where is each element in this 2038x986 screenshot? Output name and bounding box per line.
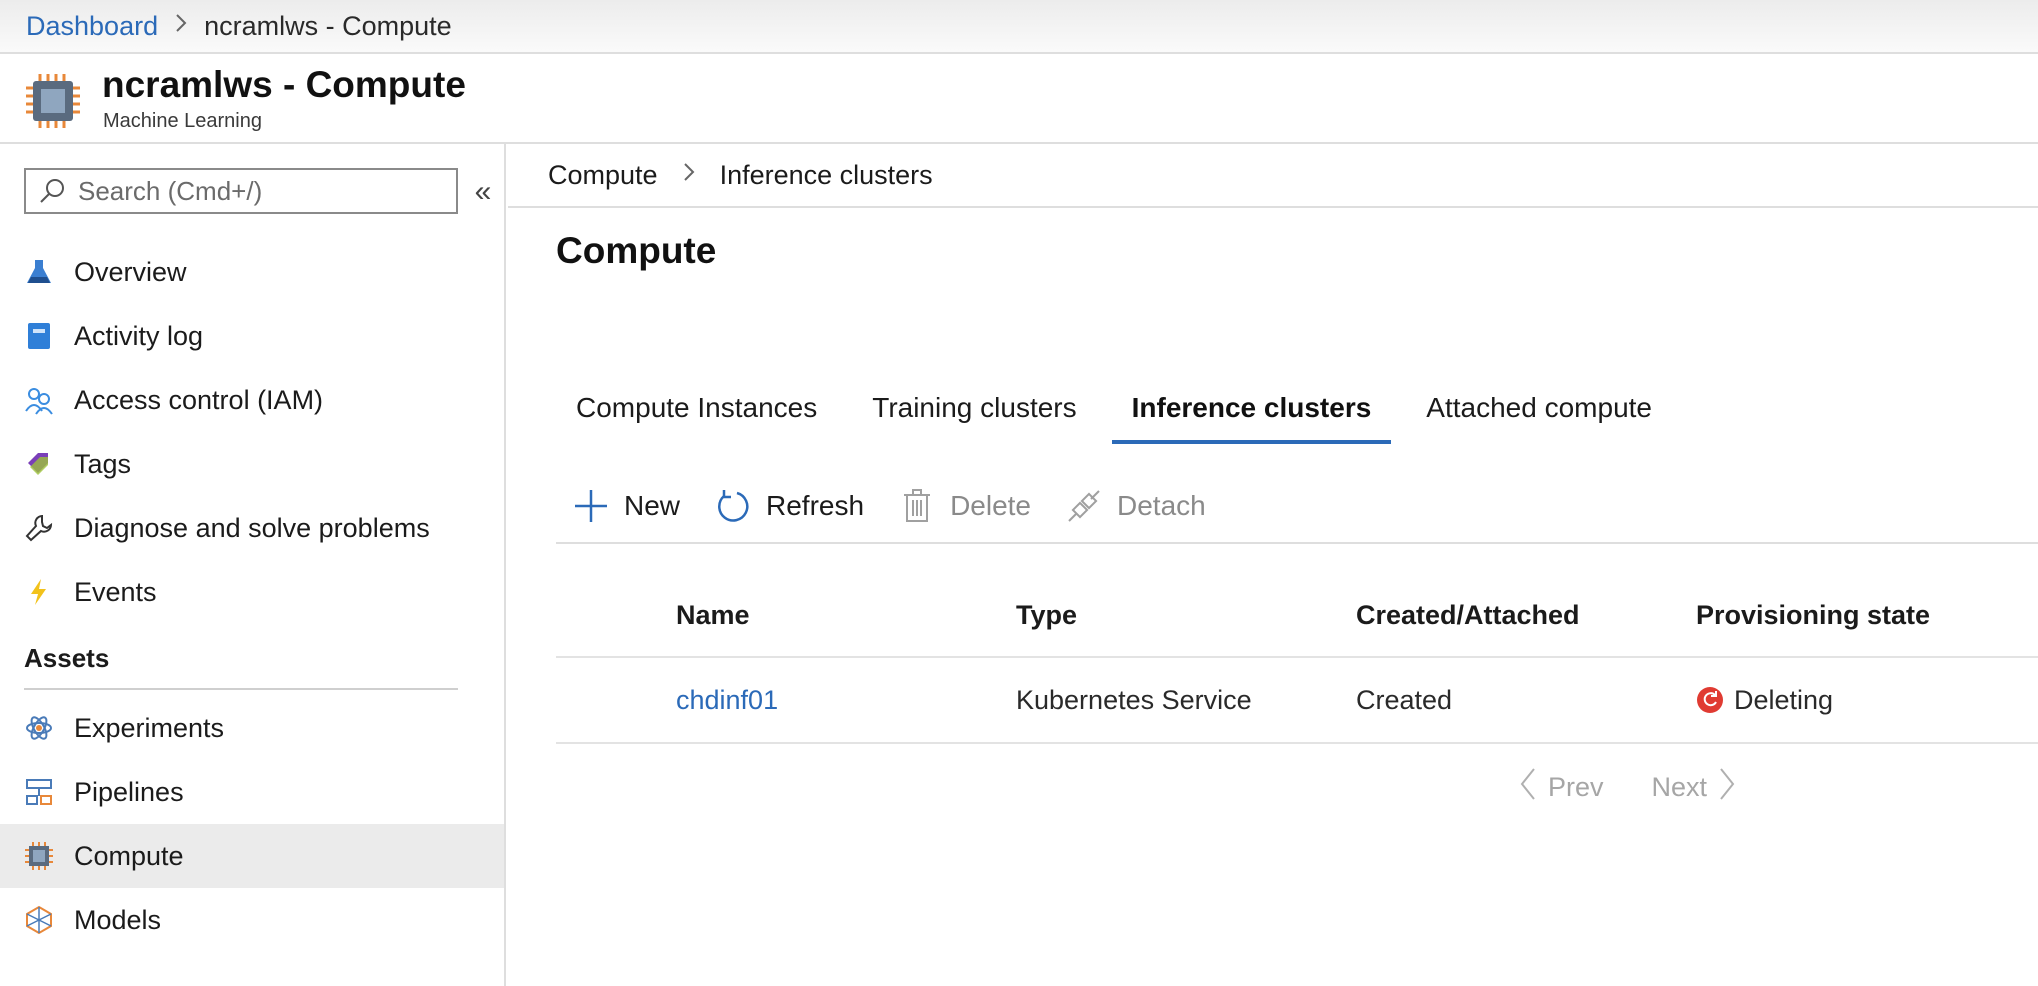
page-title: Compute xyxy=(556,230,717,271)
sidebar-item-label: Events xyxy=(74,576,157,607)
sidebar-item-label: Pipelines xyxy=(74,776,184,807)
top-breadcrumb: Dashboard ncramlws - Compute xyxy=(0,0,2038,54)
pagination: Prev Next xyxy=(1508,766,1795,809)
prev-page-button[interactable]: Prev xyxy=(1508,766,1604,809)
tab-training-clusters[interactable]: Training clusters xyxy=(852,376,1096,440)
sidebar-item-models[interactable]: Models xyxy=(0,888,504,952)
search-input[interactable] xyxy=(78,175,448,207)
toolbar: New Refresh Delete Detach xyxy=(556,470,2038,544)
new-label: New xyxy=(624,490,681,521)
status-label: Deleting xyxy=(1734,684,1834,715)
sidebar-item-overview[interactable]: Overview xyxy=(0,240,504,304)
unplug-icon xyxy=(1065,487,1103,525)
sidebar-item-label: Tags xyxy=(74,448,132,479)
main-breadcrumb: Compute Inference clusters xyxy=(508,144,2038,208)
detach-label: Detach xyxy=(1117,490,1206,521)
section-divider xyxy=(24,688,458,690)
sidebar-item-compute[interactable]: Compute xyxy=(0,824,504,888)
sidebar-item-label: Compute xyxy=(74,840,184,871)
users-icon xyxy=(24,385,54,415)
cluster-type: Kubernetes Service xyxy=(1016,684,1252,715)
breadcrumb-current: ncramlws - Compute xyxy=(204,10,452,41)
sidebar-item-tags[interactable]: Tags xyxy=(0,432,504,496)
detach-button[interactable]: Detach xyxy=(1063,476,1208,536)
chevron-right-icon xyxy=(1707,766,1747,809)
sidebar-item-events[interactable]: Events xyxy=(0,560,504,624)
new-button[interactable]: New xyxy=(556,476,682,536)
table-header: Name Type Created/Attached Provisioning … xyxy=(556,574,2038,658)
sidebar-item-diagnose[interactable]: Diagnose and solve problems xyxy=(0,496,504,560)
resource-subtitle: Machine Learning xyxy=(103,110,262,132)
column-header-state[interactable]: Provisioning state xyxy=(1696,600,2038,631)
clusters-table: Name Type Created/Attached Provisioning … xyxy=(556,574,2038,744)
wrench-icon xyxy=(24,513,54,543)
compute-tabs: Compute Instances Training clusters Infe… xyxy=(556,376,1687,444)
chip-icon xyxy=(24,841,54,871)
flask-icon xyxy=(24,257,54,287)
chevron-right-icon xyxy=(682,161,696,190)
sidebar-item-label: Overview xyxy=(74,256,187,287)
column-header-created[interactable]: Created/Attached xyxy=(1356,600,1696,631)
pipeline-icon xyxy=(24,777,54,807)
dashboard-link[interactable]: Dashboard xyxy=(26,11,158,42)
column-header-type[interactable]: Type xyxy=(1016,600,1356,631)
chip-icon xyxy=(24,72,82,130)
refresh-button[interactable]: Refresh xyxy=(712,476,866,536)
plus-icon xyxy=(572,487,610,525)
model-icon xyxy=(24,905,54,935)
sidebar-item-label: Models xyxy=(74,904,162,935)
cluster-created: Created xyxy=(1356,684,1453,715)
activity-log-icon xyxy=(24,321,54,351)
main-content: Compute Inference clusters Compute Compu… xyxy=(508,144,2038,986)
search-box[interactable] xyxy=(24,168,458,214)
sidebar-item-label: Access control (IAM) xyxy=(74,384,324,415)
sidebar-item-label: Experiments xyxy=(74,712,225,743)
tab-inference-clusters[interactable]: Inference clusters xyxy=(1111,376,1392,444)
cluster-state: Deleting xyxy=(1696,685,2038,716)
chevron-left-icon xyxy=(1508,766,1548,809)
sidebar-nav: Overview Activity log Access control (IA… xyxy=(0,240,504,952)
breadcrumb-compute-link[interactable]: Compute xyxy=(548,160,658,191)
delete-button[interactable]: Delete xyxy=(896,476,1033,536)
trash-icon xyxy=(898,487,936,525)
sidebar-item-label: Diagnose and solve problems xyxy=(74,512,430,543)
search-icon xyxy=(26,170,78,212)
cluster-name-link[interactable]: chdinf01 xyxy=(676,685,778,715)
sidebar-item-pipelines[interactable]: Pipelines xyxy=(0,760,504,824)
tab-compute-instances[interactable]: Compute Instances xyxy=(556,376,837,440)
refresh-label: Refresh xyxy=(766,490,865,521)
table-row: chdinf01 Kubernetes Service Created Dele… xyxy=(556,658,2038,744)
resource-header: ncramlws - Compute Machine Learning xyxy=(0,54,2038,144)
tag-icon xyxy=(24,449,54,479)
lightning-icon xyxy=(24,577,54,607)
sidebar-item-experiments[interactable]: Experiments xyxy=(0,696,504,760)
sidebar-item-activity-log[interactable]: Activity log xyxy=(0,304,504,368)
prev-label: Prev xyxy=(1548,772,1604,802)
resource-title: ncramlws - Compute xyxy=(102,64,466,105)
refresh-icon xyxy=(714,487,752,525)
breadcrumb-current: Inference clusters xyxy=(719,159,933,190)
tab-attached-compute[interactable]: Attached compute xyxy=(1406,376,1672,440)
section-assets-title: Assets xyxy=(24,643,110,673)
sidebar-item-access-control[interactable]: Access control (IAM) xyxy=(0,368,504,432)
chevron-right-icon xyxy=(174,12,188,41)
atom-icon xyxy=(24,713,54,743)
next-label: Next xyxy=(1651,772,1708,802)
collapse-sidebar-button[interactable]: « xyxy=(468,172,498,212)
column-header-name[interactable]: Name xyxy=(676,600,1016,631)
sidebar: « Overview Activity log Access control (… xyxy=(0,144,506,986)
sidebar-item-label: Activity log xyxy=(74,320,204,351)
delete-label: Delete xyxy=(950,490,1031,521)
next-page-button[interactable]: Next xyxy=(1652,766,1748,809)
deleting-status-icon xyxy=(1696,686,1724,714)
